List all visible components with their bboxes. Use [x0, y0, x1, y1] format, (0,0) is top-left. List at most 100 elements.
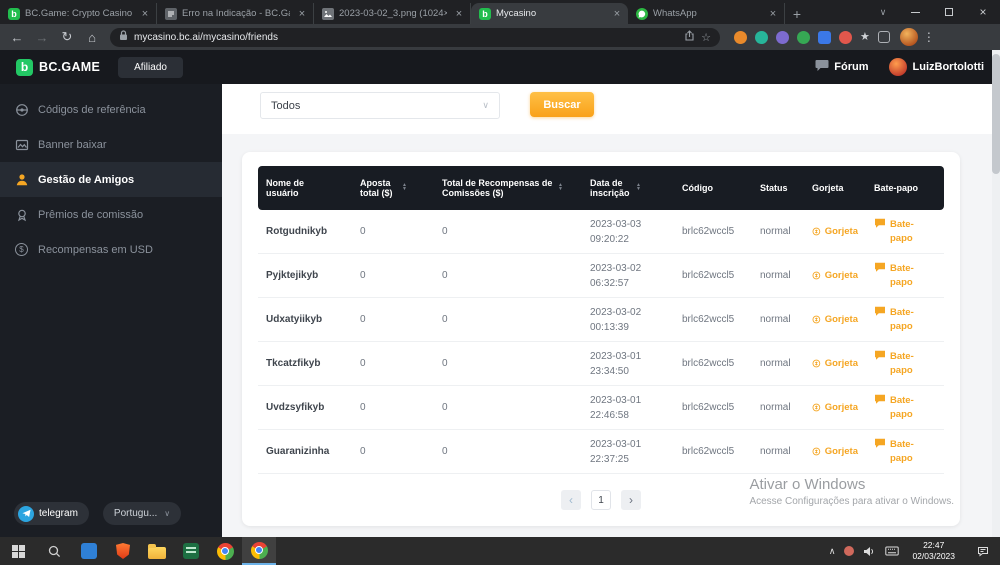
cell-chat: Bate-papo: [866, 262, 936, 289]
sidebar-item-usd-rewards[interactable]: $ Recompensas em USD: [0, 232, 222, 267]
pagination-page-1[interactable]: 1: [591, 490, 611, 510]
chat-link[interactable]: Bate-papo: [874, 218, 928, 245]
close-window-button[interactable]: ×: [966, 0, 1000, 24]
tab-png-image[interactable]: 2023-03-02_3.png (1024×76 ×: [314, 3, 471, 24]
pagination-prev-button[interactable]: ‹: [561, 490, 581, 510]
friends-table-card: Nome de usuário Aposta total ($) ▲▼ Tota…: [242, 152, 960, 526]
extensions-area: ★: [727, 31, 897, 44]
chat-link[interactable]: Bate-papo: [874, 306, 928, 333]
tab-whatsapp[interactable]: WhatsApp ×: [628, 3, 785, 24]
tip-link[interactable]: Gorjeta: [812, 358, 858, 369]
taskbar-clock[interactable]: 22:47 02/03/2023: [908, 540, 959, 562]
bcgame-favicon: b: [479, 8, 491, 20]
tab-mycasino-active[interactable]: b Mycasino ×: [471, 3, 628, 24]
chat-link[interactable]: Bate-papo: [874, 394, 928, 421]
cell-tip: Gorjeta: [804, 314, 866, 325]
start-button[interactable]: [0, 537, 36, 565]
filter-select[interactable]: Todos ∨: [260, 92, 500, 119]
action-center-button[interactable]: [968, 546, 998, 557]
tip-link[interactable]: Gorjeta: [812, 226, 858, 237]
taskbar-app-3[interactable]: [174, 537, 208, 565]
chat-link[interactable]: Bate-papo: [874, 262, 928, 289]
cell-username: Pyjktejikyb: [258, 270, 352, 281]
cell-username: Uvdzsyfikyb: [258, 402, 352, 413]
bcgame-favicon: b: [8, 8, 20, 20]
col-total-bet: Aposta total ($) ▲▼: [352, 174, 434, 202]
language-selector[interactable]: Portugu... ∨: [103, 502, 181, 525]
taskbar-chrome-active[interactable]: [242, 537, 276, 565]
taskbar-search-button[interactable]: [36, 537, 72, 565]
minimize-button[interactable]: [898, 0, 932, 24]
taskbar-app-4[interactable]: [208, 537, 242, 565]
search-button[interactable]: Buscar: [530, 92, 594, 117]
tab-close-icon[interactable]: ×: [766, 7, 780, 21]
sort-icon[interactable]: ▲▼: [558, 184, 563, 192]
bookmark-star-icon[interactable]: ☆: [701, 31, 711, 44]
tab-close-icon[interactable]: ×: [610, 7, 624, 21]
user-menu[interactable]: LuizBortolotti: [889, 58, 984, 76]
refresh-button[interactable]: ↻: [56, 26, 78, 48]
browser-profile-avatar[interactable]: [900, 28, 918, 46]
pagination-next-button[interactable]: ›: [621, 490, 641, 510]
share-icon[interactable]: [684, 28, 695, 46]
tray-chevron-up-icon[interactable]: ∧: [829, 546, 836, 557]
address-bar[interactable]: mycasino.bc.ai/mycasino/friends ☆: [110, 28, 720, 47]
taskbar-app-1[interactable]: [72, 537, 106, 565]
forum-link[interactable]: Fórum: [815, 59, 868, 75]
sort-icon[interactable]: ▲▼: [402, 184, 407, 192]
volume-icon[interactable]: [863, 546, 876, 557]
forward-button[interactable]: →: [31, 26, 53, 48]
tab-close-icon[interactable]: ×: [295, 7, 309, 21]
extension-star-icon[interactable]: ★: [860, 32, 870, 43]
tab-close-icon[interactable]: ×: [138, 7, 152, 21]
bcgame-logo-icon[interactable]: b: [16, 59, 33, 76]
extension-icon-3[interactable]: [776, 31, 789, 44]
tab-search-chevron-icon[interactable]: ∨: [868, 7, 898, 18]
taskbar-file-explorer[interactable]: [140, 537, 174, 565]
chat-link[interactable]: Bate-papo: [874, 350, 928, 377]
tab-erro-indicacao[interactable]: Erro na Indicação - BC.Game ×: [157, 3, 314, 24]
telegram-button[interactable]: telegram: [14, 502, 89, 525]
user-name: LuizBortolotti: [913, 61, 984, 73]
taskbar-app-2[interactable]: [106, 537, 140, 565]
extension-icon-6[interactable]: [839, 31, 852, 44]
extension-icon-4[interactable]: [797, 31, 810, 44]
tip-link[interactable]: Gorjeta: [812, 270, 858, 281]
new-tab-button[interactable]: +: [785, 3, 809, 24]
col-chat: Bate-papo: [866, 179, 936, 197]
tip-link[interactable]: Gorjeta: [812, 402, 858, 413]
extension-icon-5[interactable]: [818, 31, 831, 44]
cell-rewards: 0: [434, 402, 582, 413]
browser-menu-icon[interactable]: ⋮: [921, 30, 937, 44]
back-button[interactable]: ←: [6, 26, 28, 48]
page-scrollbar[interactable]: [992, 50, 1000, 537]
tip-link[interactable]: Gorjeta: [812, 314, 858, 325]
sidebar-item-banner-download[interactable]: Banner baixar: [0, 127, 222, 162]
affiliate-button[interactable]: Afiliado: [118, 57, 183, 78]
sidebar-item-referral-codes[interactable]: Códigos de referência: [0, 92, 222, 127]
bcgame-logo-text[interactable]: BC.GAME: [39, 60, 100, 74]
extension-icon-1[interactable]: [734, 31, 747, 44]
sidebar-item-commission-prizes[interactable]: Prêmios de comissão: [0, 197, 222, 232]
sort-icon[interactable]: ▲▼: [636, 184, 641, 192]
extension-icon-2[interactable]: [755, 31, 768, 44]
filter-bar: Todos ∨ Buscar: [222, 84, 1000, 134]
side-panel-icon[interactable]: [878, 31, 890, 43]
sidebar-item-friends-management[interactable]: Gestão de Amigos: [0, 162, 222, 197]
cell-rewards: 0: [434, 270, 582, 281]
cell-date: 2023-03-01 22:37:25: [582, 437, 674, 467]
chat-link[interactable]: Bate-papo: [874, 438, 928, 465]
image-favicon: [322, 8, 334, 20]
maximize-button[interactable]: [932, 0, 966, 24]
tray-app-icon[interactable]: [844, 546, 854, 556]
table-row: Uvdzsyfikyb 0 0 2023-03-01 22:46:58 brlc…: [258, 386, 944, 430]
page-viewport: b BC.GAME Afiliado Fórum LuizBortolotti …: [0, 50, 1000, 537]
tip-link[interactable]: Gorjeta: [812, 446, 858, 457]
scrollbar-thumb[interactable]: [992, 54, 1000, 174]
tab-close-icon[interactable]: ×: [452, 7, 466, 21]
keyboard-icon[interactable]: [885, 546, 899, 556]
home-button[interactable]: ⌂: [81, 26, 103, 48]
tab-bcgame-casino[interactable]: b BC.Game: Crypto Casino Gan ×: [0, 3, 157, 24]
sidebar-item-label: Recompensas em USD: [38, 244, 153, 256]
friends-person-icon: [14, 173, 29, 187]
